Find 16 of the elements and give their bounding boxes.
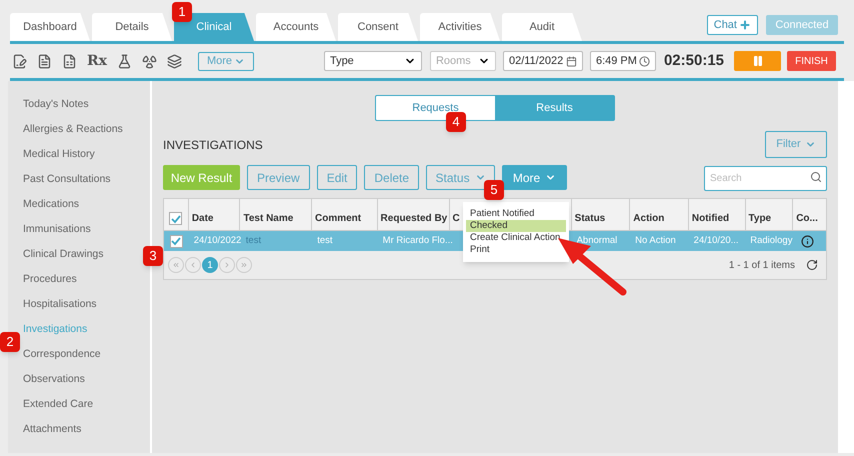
section-heading: INVESTIGATIONS [163, 136, 263, 154]
items-summary: 1 - 1 of 1 items [728, 258, 795, 272]
callout-badge: 1 [172, 2, 192, 22]
table-cell-text: Radiology [750, 234, 792, 248]
table-cell-text: 24/10/20... [694, 234, 739, 248]
timer: 02:50:15 [664, 50, 724, 71]
table-cell-text: 24/10/2022 [194, 234, 242, 248]
callout-badge: 4 [446, 112, 466, 132]
table-cell-text: No Action [635, 234, 676, 248]
table-cell-text: Mr Ricardo Flo... [382, 234, 453, 248]
table-cell-text: test [246, 234, 262, 248]
table-cell-text: Abnormal [576, 234, 618, 248]
callout-badge: 2 [0, 332, 20, 352]
callout-badge: 3 [143, 246, 163, 266]
callout-badge: 5 [484, 180, 504, 200]
table-cell-text: test [317, 234, 332, 248]
